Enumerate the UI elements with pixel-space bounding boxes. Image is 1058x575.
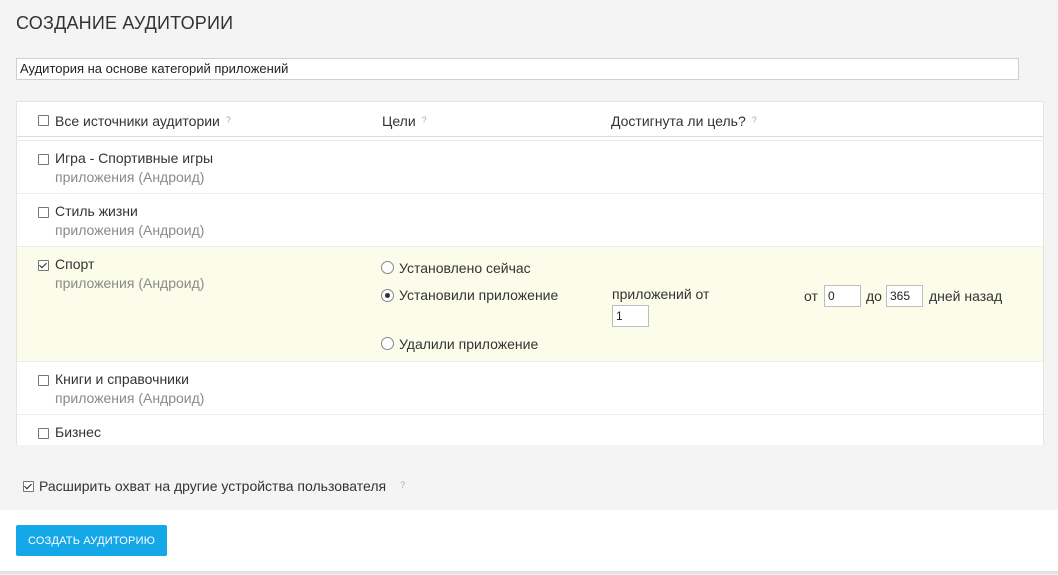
radio-installed-app-label[interactable]: Установили приложение (399, 287, 558, 303)
help-icon[interactable]: ? (226, 115, 231, 125)
audience-sources-table: Все источники аудитории? Цели? Достигнут… (16, 101, 1044, 445)
header-goals: Цели? (382, 113, 427, 129)
source-name: Книги и справочники (55, 371, 189, 387)
footer: СОЗДАТЬ АУДИТОРИЮ (0, 510, 1058, 574)
radio-installed-now[interactable] (381, 261, 394, 274)
source-checkbox[interactable] (38, 428, 49, 439)
source-checkbox[interactable] (38, 375, 49, 386)
days-from-input[interactable] (824, 285, 861, 307)
days-to-input[interactable] (886, 285, 923, 307)
table-row: Игра - Спортивные игры приложения (Андро… (17, 140, 1043, 193)
header-goals-label: Цели (382, 113, 416, 129)
help-icon[interactable]: ? (752, 115, 757, 125)
header-sources: Все источники аудитории? (55, 113, 231, 129)
create-audience-button[interactable]: СОЗДАТЬ АУДИТОРИЮ (16, 525, 167, 556)
header-goal-reached-label: Достигнута ли цель? (611, 113, 746, 129)
radio-removed-app[interactable] (381, 337, 394, 350)
radio-removed-app-label[interactable]: Удалили приложение (399, 336, 538, 352)
select-all-sources-checkbox[interactable] (38, 115, 49, 126)
days-to-label: до (866, 288, 882, 304)
help-icon[interactable]: ? (400, 480, 405, 490)
apps-count-input[interactable] (612, 305, 649, 327)
header-sources-label: Все источники аудитории (55, 113, 220, 129)
expand-reach-label[interactable]: Расширить охват на другие устройства пол… (39, 478, 405, 494)
table-row-selected: Спорт приложения (Андроид) Установлено с… (17, 246, 1043, 361)
source-name: Стиль жизни (55, 203, 138, 219)
apps-from-label: приложений от (612, 286, 710, 302)
source-checkbox[interactable] (38, 154, 49, 165)
page-title: СОЗДАНИЕ АУДИТОРИИ (16, 13, 234, 33)
radio-installed-app[interactable] (381, 289, 394, 302)
source-type: приложения (Андроид) (55, 390, 205, 406)
days-ago-label: дней назад (929, 288, 1003, 304)
source-type: приложения (Андроид) (55, 275, 205, 291)
table-header: Все источники аудитории? Цели? Достигнут… (17, 102, 1043, 137)
source-checkbox[interactable] (38, 207, 49, 218)
table-row: Бизнес (17, 414, 1043, 445)
days-from-label: от (804, 288, 818, 304)
audience-name-input[interactable] (16, 58, 1019, 80)
help-icon[interactable]: ? (422, 115, 427, 125)
source-name: Спорт (55, 256, 95, 272)
expand-reach-text: Расширить охват на другие устройства пол… (39, 478, 387, 494)
table-row: Стиль жизни приложения (Андроид) (17, 193, 1043, 246)
source-type: приложения (Андроид) (55, 222, 205, 238)
header-goal-reached: Достигнута ли цель?? (611, 113, 757, 129)
table-row: Книги и справочники приложения (Андроид) (17, 361, 1043, 414)
expand-reach-checkbox[interactable] (23, 481, 34, 492)
source-type: приложения (Андроид) (55, 169, 205, 185)
radio-installed-now-label[interactable]: Установлено сейчас (399, 260, 531, 276)
source-checkbox-checked[interactable] (38, 260, 49, 271)
source-name: Игра - Спортивные игры (55, 150, 214, 166)
source-name: Бизнес (55, 424, 101, 440)
